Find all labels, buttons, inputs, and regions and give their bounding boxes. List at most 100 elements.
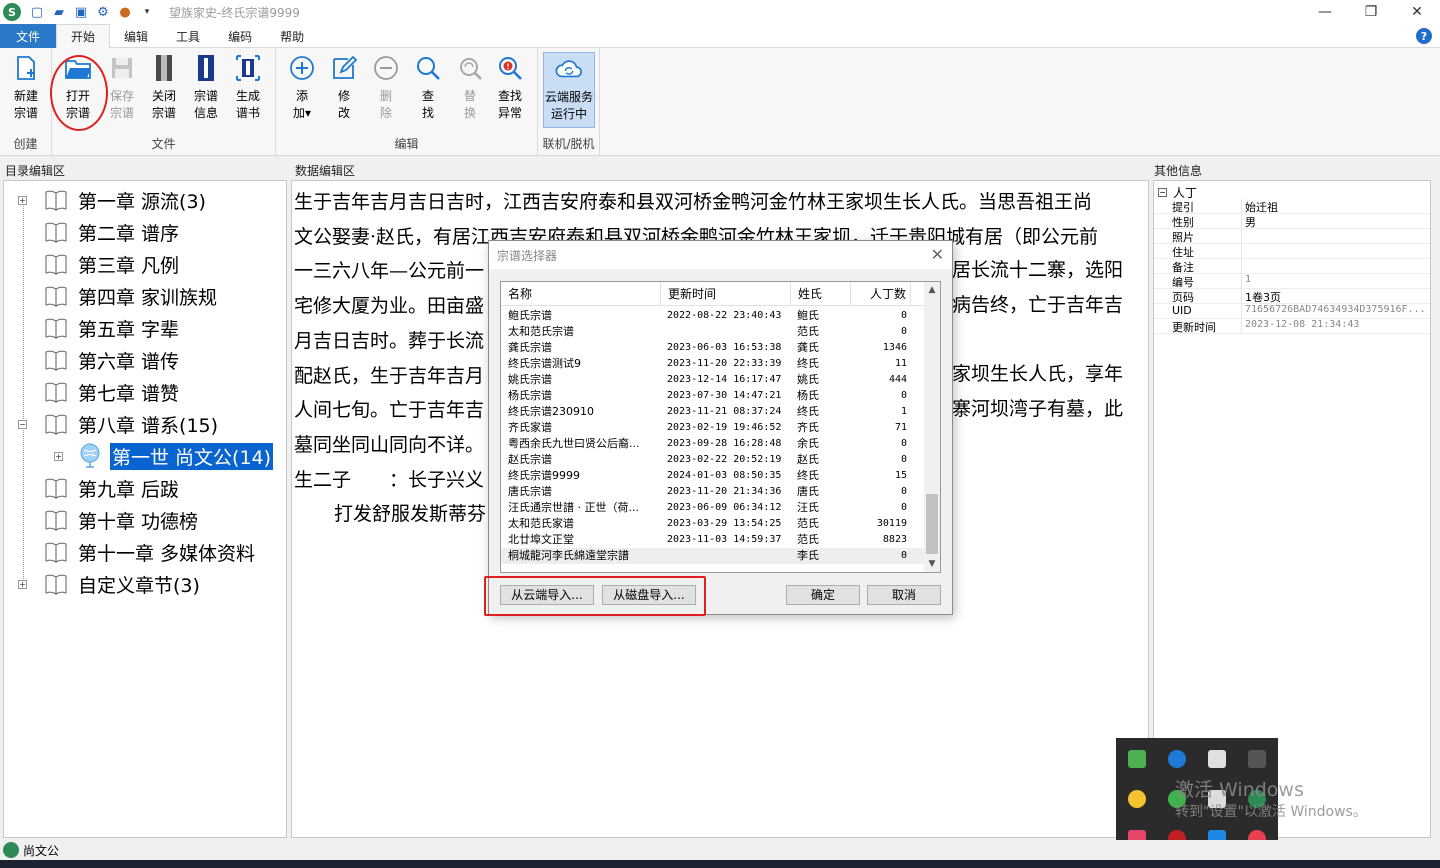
list-item[interactable]: 桐城龍河李氏綿遠堂宗譜 李氏 0 [501,548,926,564]
list-item[interactable]: 太和范氏宗谱 范氏 0 [501,324,926,340]
delete-button[interactable]: 删 除 [366,54,406,122]
tab-edit[interactable]: 编辑 [110,24,162,48]
find-button[interactable]: 查 找 [408,54,448,122]
dropdown-arrow-icon[interactable]: ▾ [139,4,155,20]
property-row[interactable]: 备注 [1154,259,1430,274]
list-item[interactable]: 唐氏宗谱 2023-11-20 21:34:36 唐氏 0 [501,484,926,500]
expand-toggle[interactable]: + [18,580,27,589]
tree-item-chapter-11[interactable]: 第十一章 多媒体资料 [4,538,255,566]
modify-button[interactable]: 修 改 [324,54,364,122]
property-row[interactable]: 提引 始迁祖 [1154,199,1430,214]
property-row[interactable]: UID 71656726BAD74634934D375916F... [1154,304,1430,319]
scroll-thumb[interactable] [926,494,938,554]
add-button[interactable]: 添 加▾ [282,54,322,122]
ok-button[interactable]: 确定 [786,585,860,605]
cloud-service-button[interactable]: 云端服务 运行中 [543,52,595,128]
column-header-time[interactable]: 更新时间 [661,282,791,306]
list-item[interactable]: 粤西余氏九世曰贤公后裔... 2023-09-28 16:28:48 余氏 0 [501,436,926,452]
column-header-name[interactable]: 名称 [501,282,661,306]
list-scrollbar[interactable]: ▲ ▼ [924,282,940,572]
list-cell: 鲍氏宗谱 [508,309,552,322]
close-genealogy-button[interactable]: 关闭 宗谱 [144,54,184,122]
expand-toggle[interactable]: + [54,452,63,461]
list-cell: 终氏 [797,469,819,482]
tree-item-generation-1[interactable]: + 第一世 尚文公(14) [4,442,274,470]
list-item[interactable]: 鲍氏宗谱 2022-08-22 23:40:43 鲍氏 0 [501,308,926,324]
list-item[interactable]: 赵氏宗谱 2023-02-22 20:52:19 赵氏 0 [501,452,926,468]
tab-help[interactable]: 帮助 [266,24,318,48]
collapse-toggle[interactable]: − [18,420,27,429]
search-icon [414,54,442,82]
tree-item-chapter-1[interactable]: + 第一章 源流(3) [4,186,206,214]
security-shield-icon[interactable] [1208,750,1226,768]
scroll-down-icon[interactable]: ▼ [924,556,940,572]
help-icon[interactable]: ? [1416,28,1432,44]
list-item[interactable]: 汪氏通宗世譜 · 正世（荷... 2023-06-09 06:34:12 汪氏 0 [501,500,926,516]
user-icon[interactable]: ● [117,4,133,20]
close-icon[interactable]: ✕ [931,245,944,264]
expand-toggle[interactable]: + [18,196,27,205]
property-row[interactable]: 更新时间 2023-12-08 21:34:43 [1154,319,1430,334]
list-item[interactable]: 太和范氏家谱 2023-03-29 13:54:25 范氏 30119 [501,516,926,532]
new-file-icon[interactable]: ▢ [29,4,45,20]
tree-item-chapter-8[interactable]: − 第八章 谱系(15) [4,410,218,438]
tree-item-chapter-10[interactable]: 第十章 功德榜 [4,506,198,534]
scroll-up-icon[interactable]: ▲ [924,282,940,298]
replace-button[interactable]: 替 换 [450,54,490,122]
list-cell: 1346 [882,342,907,353]
restore-icon[interactable]: ❐ [1348,0,1394,24]
find-exception-button[interactable]: 查找 异常 [490,54,530,122]
tree-item-chapter-2[interactable]: 第二章 谱序 [4,218,179,246]
tree-item-chapter-4[interactable]: 第四章 家训族规 [4,282,217,310]
new-genealogy-button[interactable]: 新建 宗谱 [6,54,46,122]
epic-games-icon[interactable] [1248,750,1266,768]
minimize-icon[interactable]: — [1302,0,1348,24]
list-item[interactable]: 终氏宗谱9999 2024-01-03 08:50:35 终氏 15 [501,468,926,484]
property-row[interactable]: 住址 [1154,244,1430,259]
tree-item-chapter-6[interactable]: 第六章 谱传 [4,346,179,374]
column-header-surname[interactable]: 姓氏 [791,282,851,306]
tab-tools[interactable]: 工具 [162,24,214,48]
dialog-title: 宗谱选择器 [489,241,952,269]
tab-start[interactable]: 开始 [56,24,111,48]
genealogy-info-button[interactable]: 宗谱 信息 [186,54,226,122]
property-row[interactable]: 照片 [1154,229,1430,244]
close-icon[interactable]: ✕ [1394,0,1440,24]
genealogy-list[interactable]: 名称 更新时间 姓氏 人丁数 鲍氏宗谱 2022-08-22 23:40:43 鲍氏… [500,281,941,573]
left-panel-title: 目录编辑区 [5,164,66,178]
tab-encode[interactable]: 编码 [214,24,266,48]
app-logo-icon: S [3,3,21,21]
tree-item-chapter-7[interactable]: 第七章 谱赞 [4,378,179,406]
list-item[interactable]: 齐氏家谱 2023-02-19 19:46:52 齐氏 71 [501,420,926,436]
list-item[interactable]: 终氏宗谱230910 2023-11-21 08:37:24 终氏 1 [501,404,926,420]
save-icon[interactable]: ▣ [73,4,89,20]
property-row[interactable]: 页码 1卷3页 [1154,289,1430,304]
plus-circle-icon [288,54,316,82]
list-item[interactable]: 北廿埠文正堂 2023-11-03 14:59:37 范氏 8823 [501,532,926,548]
list-item[interactable]: 杨氏宗谱 2023-07-30 14:47:21 杨氏 0 [501,388,926,404]
list-cell: 0 [900,550,907,561]
cancel-button[interactable]: 取消 [867,585,941,605]
bluetooth-icon[interactable] [1168,750,1186,768]
column-header-count[interactable]: 人丁数 [851,282,911,306]
list-item[interactable]: 姚氏宗谱 2023-12-14 16:17:47 姚氏 444 [501,372,926,388]
cloud-app-icon[interactable] [1128,790,1146,808]
tab-file[interactable]: 文件 [0,24,57,48]
collapse-toggle[interactable]: − [1158,188,1167,197]
property-row[interactable]: 编号 1 [1154,274,1430,289]
list-item[interactable]: 终氏宗谱测试9 2023-11-20 22:33:39 终氏 11 [501,356,926,372]
save-genealogy-button[interactable]: 保存 宗谱 [102,54,142,122]
list-cell: 唐氏宗谱 [508,485,552,498]
generate-book-button[interactable]: 生成 谱书 [228,54,268,122]
gear-icon[interactable]: ⚙ [95,4,111,20]
book-icon [44,381,68,404]
tree-item-chapter-3[interactable]: 第三章 凡例 [4,250,179,278]
tree-item-chapter-9[interactable]: 第九章 后跋 [4,474,179,502]
open-folder-icon[interactable]: ▰ [51,4,67,20]
list-item[interactable]: 龚氏宗谱 2023-06-03 16:53:38 龚氏 1346 [501,340,926,356]
new-document-icon [12,54,40,82]
tree-item-chapter-5[interactable]: 第五章 字辈 [4,314,179,342]
property-row[interactable]: 性别男 [1154,214,1430,229]
nvidia-icon[interactable] [1128,750,1146,768]
tree-item-custom[interactable]: + 自定义章节(3) [4,570,200,598]
